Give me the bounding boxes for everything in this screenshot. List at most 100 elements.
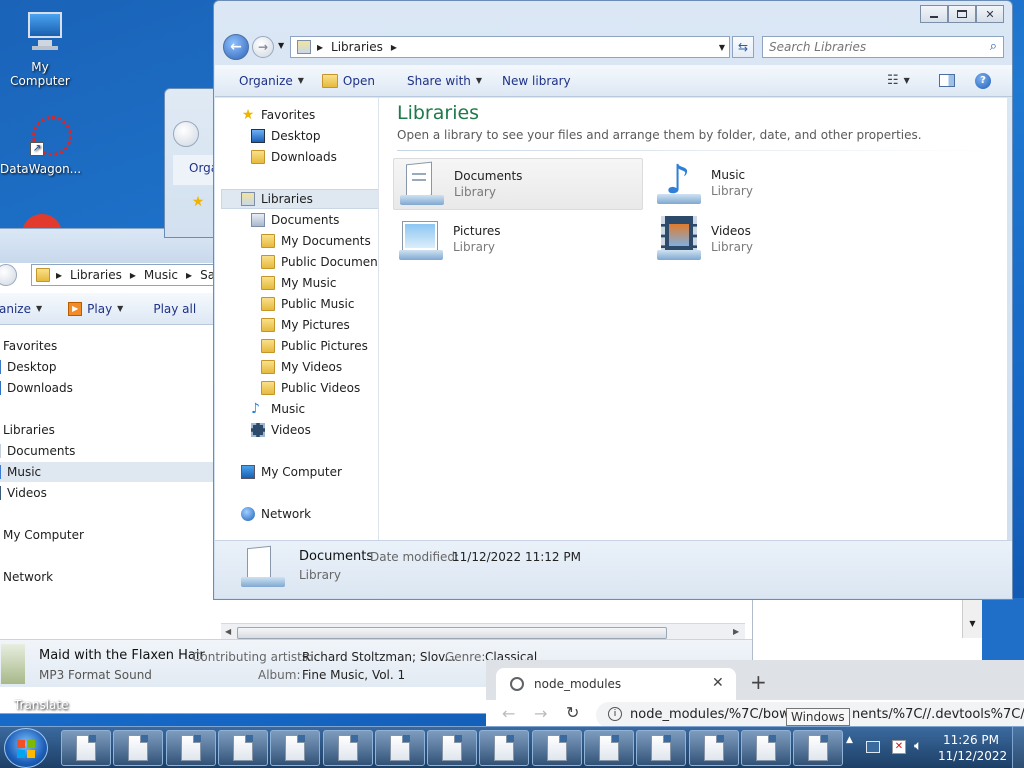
desktop-icon-my-computer[interactable]: My Computer bbox=[0, 10, 80, 88]
browser-tab[interactable]: node_modules ✕ bbox=[496, 668, 736, 700]
back-play-button[interactable]: ▶ Play ▼ bbox=[54, 301, 135, 316]
view-options-button[interactable]: ☷ ▼ bbox=[875, 73, 922, 88]
back-nav-desktop[interactable]: Desktop bbox=[0, 360, 57, 374]
nav-network[interactable]: Network bbox=[241, 507, 311, 521]
site-info-icon[interactable]: i bbox=[608, 707, 622, 721]
nav-my-pictures[interactable]: My Pictures bbox=[261, 318, 350, 332]
back-nav-favorites[interactable]: Favorites bbox=[3, 339, 57, 353]
document-icon bbox=[494, 735, 515, 761]
taskbar-button[interactable] bbox=[793, 730, 844, 766]
back-organize-button[interactable]: anize ▼ bbox=[0, 302, 54, 316]
scrollbar-thumb[interactable] bbox=[237, 627, 667, 639]
document-icon bbox=[442, 735, 463, 761]
nav-videos[interactable]: Videos bbox=[251, 423, 311, 437]
taskbar-button[interactable] bbox=[584, 730, 634, 766]
nav-public-documents[interactable]: Public Documents bbox=[261, 255, 378, 269]
nav-music[interactable]: ♪ Music bbox=[251, 402, 305, 416]
taskbar-button[interactable] bbox=[740, 730, 791, 766]
nav-documents[interactable]: Documents bbox=[251, 213, 339, 227]
right-scroll-arrow[interactable]: ▼ bbox=[962, 598, 982, 638]
nav-public-pictures[interactable]: Public Pictures bbox=[261, 339, 368, 353]
taskbar-button[interactable] bbox=[636, 730, 687, 766]
recent-pages-dropdown[interactable]: ▼ bbox=[278, 41, 284, 50]
back-play-all-button[interactable]: Play all bbox=[135, 302, 208, 316]
open-folder-icon bbox=[321, 73, 338, 88]
library-tile-pictures[interactable]: Pictures Library bbox=[393, 214, 643, 266]
taskbar-button[interactable] bbox=[165, 730, 216, 766]
details-date-modified[interactable]: 11/12/2022 11:12 PM bbox=[452, 550, 581, 564]
taskbar-button[interactable] bbox=[113, 730, 164, 766]
forward-button[interactable]: → bbox=[252, 36, 274, 58]
show-hidden-icons-button[interactable]: ▲ bbox=[846, 735, 853, 745]
search-box[interactable]: ⌕ bbox=[762, 36, 1004, 58]
network-tray-icon[interactable] bbox=[866, 741, 880, 753]
translate-label[interactable]: Translate bbox=[14, 698, 69, 712]
volume-tray-icon[interactable]: 🔈︎ bbox=[914, 738, 922, 754]
close-tab-icon[interactable]: ✕ bbox=[712, 675, 724, 691]
nav-favorites[interactable]: ★ Favorites bbox=[241, 107, 316, 123]
new-tab-button[interactable]: + bbox=[750, 672, 767, 692]
library-tile-documents[interactable]: Documents Library bbox=[393, 158, 643, 210]
back-window-back-button[interactable] bbox=[0, 264, 17, 286]
show-desktop-button[interactable] bbox=[1012, 727, 1024, 768]
taskbar-button[interactable] bbox=[479, 730, 530, 766]
taskbar-button[interactable] bbox=[270, 730, 321, 766]
back-nav-music[interactable]: Music bbox=[0, 465, 41, 479]
datawagon-icon: ↗ bbox=[16, 112, 72, 160]
share-with-button[interactable]: Share with ▼ bbox=[387, 74, 494, 88]
back-nav-network[interactable]: Network bbox=[3, 570, 53, 584]
back-nav-my-computer[interactable]: My Computer bbox=[3, 528, 84, 542]
maximize-button[interactable] bbox=[948, 5, 976, 23]
library-tile-music[interactable]: ♪ Music Library bbox=[651, 158, 901, 210]
refresh-button[interactable]: ⇆ bbox=[732, 36, 754, 58]
taskbar-button[interactable] bbox=[531, 730, 582, 766]
help-button[interactable]: ? bbox=[963, 72, 1003, 89]
address-bar[interactable]: ▸ Libraries ▸ ▼ bbox=[290, 36, 730, 58]
nav-public-videos[interactable]: Public Videos bbox=[261, 381, 360, 395]
nav-my-computer[interactable]: My Computer bbox=[241, 465, 342, 479]
browser-back-icon[interactable]: ← bbox=[502, 704, 515, 723]
address-dropdown-icon[interactable]: ▼ bbox=[719, 43, 725, 52]
nav-my-videos[interactable]: My Videos bbox=[261, 360, 342, 374]
back-nav-documents[interactable]: Documents bbox=[0, 444, 75, 458]
search-icon[interactable]: ⌕ bbox=[990, 39, 997, 54]
back-window-address-bar[interactable]: ▸ Libraries▸ Music▸ Sam bbox=[31, 264, 227, 286]
taskbar-button[interactable] bbox=[688, 730, 739, 766]
taskbar-button[interactable] bbox=[427, 730, 478, 766]
address-crumb-libraries[interactable]: Libraries bbox=[331, 40, 383, 54]
taskbar-button[interactable] bbox=[61, 730, 111, 766]
close-button[interactable]: ✕ bbox=[976, 5, 1004, 23]
open-button[interactable]: Open bbox=[316, 73, 387, 88]
taskbar-button[interactable] bbox=[322, 730, 373, 766]
taskbar-button[interactable] bbox=[374, 730, 425, 766]
album-value[interactable]: Fine Music, Vol. 1 bbox=[302, 668, 405, 682]
back-button[interactable]: ← bbox=[223, 34, 249, 60]
back-nav-downloads[interactable]: Downloads bbox=[0, 381, 73, 395]
minimize-button[interactable] bbox=[920, 5, 948, 23]
star-icon: ★ bbox=[241, 107, 255, 123]
search-input[interactable] bbox=[769, 40, 979, 54]
back-nav-libraries[interactable]: Libraries bbox=[3, 423, 55, 437]
browser-forward-icon[interactable]: → bbox=[534, 704, 547, 723]
nav-public-music[interactable]: Public Music bbox=[261, 297, 354, 311]
nav-my-documents[interactable]: My Documents bbox=[261, 234, 371, 248]
desktop-icon-datawagon[interactable]: ↗ DataWagon... bbox=[0, 112, 81, 176]
contributing-artists-value[interactable]: Richard Stoltzman; Slov... bbox=[302, 650, 456, 664]
nav-libraries[interactable]: Libraries bbox=[241, 192, 313, 206]
start-button[interactable] bbox=[4, 728, 48, 768]
nav-my-music[interactable]: My Music bbox=[261, 276, 336, 290]
new-library-button[interactable]: New library bbox=[494, 74, 583, 88]
taskbar-button[interactable] bbox=[217, 730, 268, 766]
videos-library-icon bbox=[655, 216, 703, 264]
browser-reload-icon[interactable]: ↻ bbox=[566, 703, 579, 722]
back-nav-videos[interactable]: Videos bbox=[0, 486, 47, 500]
nav-downloads[interactable]: Downloads bbox=[251, 150, 337, 164]
nav-desktop[interactable]: Desktop bbox=[251, 129, 321, 143]
organize-button[interactable]: Organize ▼ bbox=[215, 74, 316, 88]
libraries-icon bbox=[241, 192, 255, 206]
clock[interactable]: 11:26 PM 11/12/2022 bbox=[938, 732, 1007, 764]
globe-icon bbox=[510, 677, 524, 691]
preview-pane-button[interactable] bbox=[927, 74, 967, 87]
action-center-tray-icon[interactable]: ✕ bbox=[892, 740, 906, 754]
library-tile-videos[interactable]: Videos Library bbox=[651, 214, 901, 266]
